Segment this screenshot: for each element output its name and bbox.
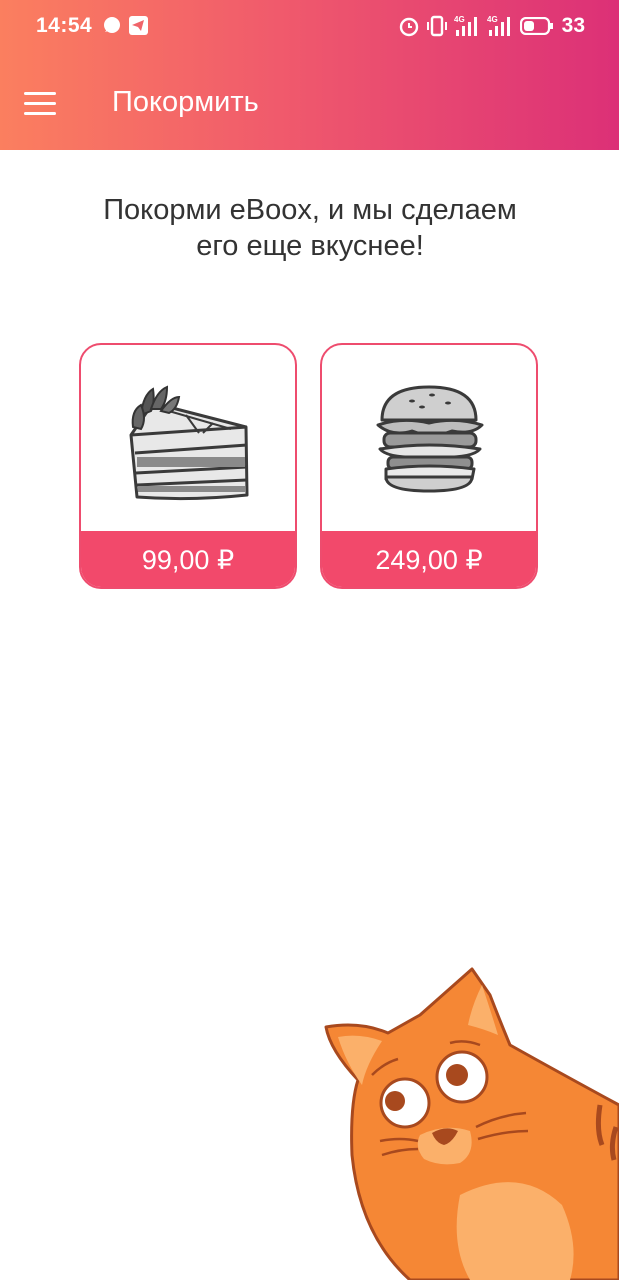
intro-line-2: его еще вкуснее! xyxy=(196,230,424,262)
battery-percent: 33 xyxy=(561,14,585,37)
battery-icon xyxy=(519,16,554,40)
burger-icon xyxy=(322,345,536,535)
svg-text:4G: 4G xyxy=(487,15,498,24)
telegram-icon xyxy=(128,15,149,41)
product-price: 249,00 ₽ xyxy=(322,531,536,587)
chat-bubble-icon xyxy=(102,15,122,40)
menu-button[interactable] xyxy=(22,88,58,118)
signal-4g-icon: 4G xyxy=(487,14,515,43)
menu-icon xyxy=(24,102,56,105)
product-card-burger[interactable]: 249,00 ₽ xyxy=(320,343,538,589)
alarm-icon xyxy=(398,15,420,42)
page-title: Покормить xyxy=(112,86,259,118)
top-header: 14:54 4G 4G 33 Покормить xyxy=(0,0,619,150)
product-price: 99,00 ₽ xyxy=(81,531,295,587)
status-time: 14:54 xyxy=(36,14,93,37)
menu-icon xyxy=(24,92,56,95)
intro-line-1: Покорми eBoox, и мы сделаем xyxy=(103,194,517,226)
product-card-cake[interactable]: 99,00 ₽ xyxy=(79,343,297,589)
status-bar: 14:54 4G 4G 33 xyxy=(0,0,619,56)
app-bar: Покормить xyxy=(0,56,619,150)
signal-4g-icon: 4G xyxy=(454,14,482,43)
menu-icon xyxy=(24,112,56,115)
vibrate-icon xyxy=(426,15,448,42)
cat-mascot xyxy=(300,955,619,1282)
svg-text:4G: 4G xyxy=(454,15,465,24)
intro-text: Покорми eBoox, и мы сделаем его еще вкус… xyxy=(60,192,560,264)
cake-icon xyxy=(81,345,295,535)
